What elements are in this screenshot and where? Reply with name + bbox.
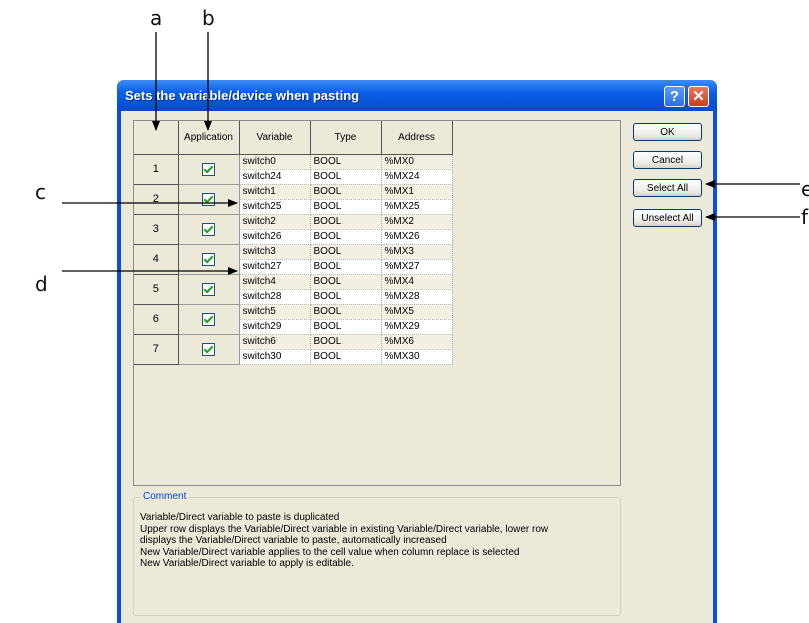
- callout-arrows: [62, 32, 800, 275]
